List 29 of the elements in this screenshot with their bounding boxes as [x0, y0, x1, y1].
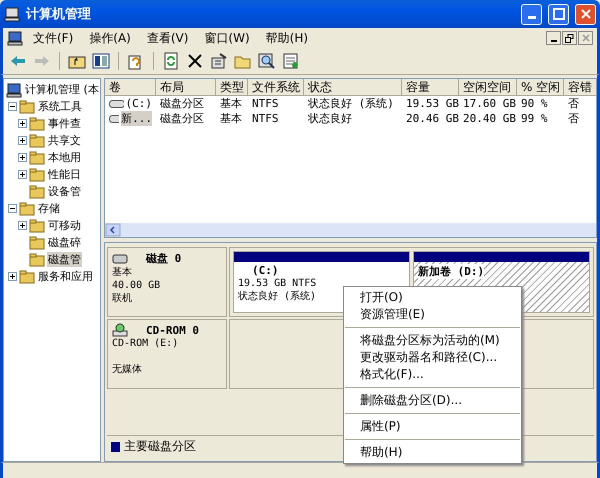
table-cell-text: 17.60 GB [462, 97, 517, 110]
window-title: 计算机管理 [26, 6, 92, 23]
table-cell-text: 状态良好 (系统) [307, 96, 395, 111]
table-cell-text: 19.53 GB [405, 97, 459, 110]
partition-info: 状态良好 (系统) [238, 290, 316, 303]
legend-label: 主要磁盘分区 [124, 438, 196, 455]
table-cell-text: NTFS [251, 97, 280, 110]
partition-info: 19.53 GB NTFS [238, 277, 316, 290]
table-cell-text: 基本 [219, 111, 243, 126]
disk-info: CD-ROM (E:) [112, 337, 178, 350]
disk-name: 磁盘 0 [146, 251, 182, 266]
partition-name: (C:) [251, 264, 280, 277]
table-cell-text: 状态良好 [307, 111, 353, 126]
table-cell-text: 否 [567, 111, 580, 126]
disk-info: 无媒体 [112, 363, 142, 376]
table-cell-text: 磁盘分区 [159, 96, 205, 111]
table-cell-text: 90 % [520, 97, 548, 110]
disk-info: 联机 [112, 292, 132, 305]
disk-info: 40.00 GB [112, 279, 160, 292]
table-cell-text: 基本 [219, 96, 243, 111]
table-cell-text: 否 [567, 96, 580, 111]
table-cell-text: 磁盘分区 [159, 111, 205, 126]
table-cell-text: 99 % [520, 112, 548, 125]
table-cell-text: 20.40 GB [462, 112, 517, 125]
table-cell-text: 20.46 GB [405, 112, 459, 125]
table-cell-text: NTFS [251, 112, 280, 125]
disk-info: 基本 [112, 266, 132, 279]
partition-name: 新加卷 (D:) [418, 264, 484, 279]
disk-name: CD-ROM 0 [146, 324, 199, 336]
